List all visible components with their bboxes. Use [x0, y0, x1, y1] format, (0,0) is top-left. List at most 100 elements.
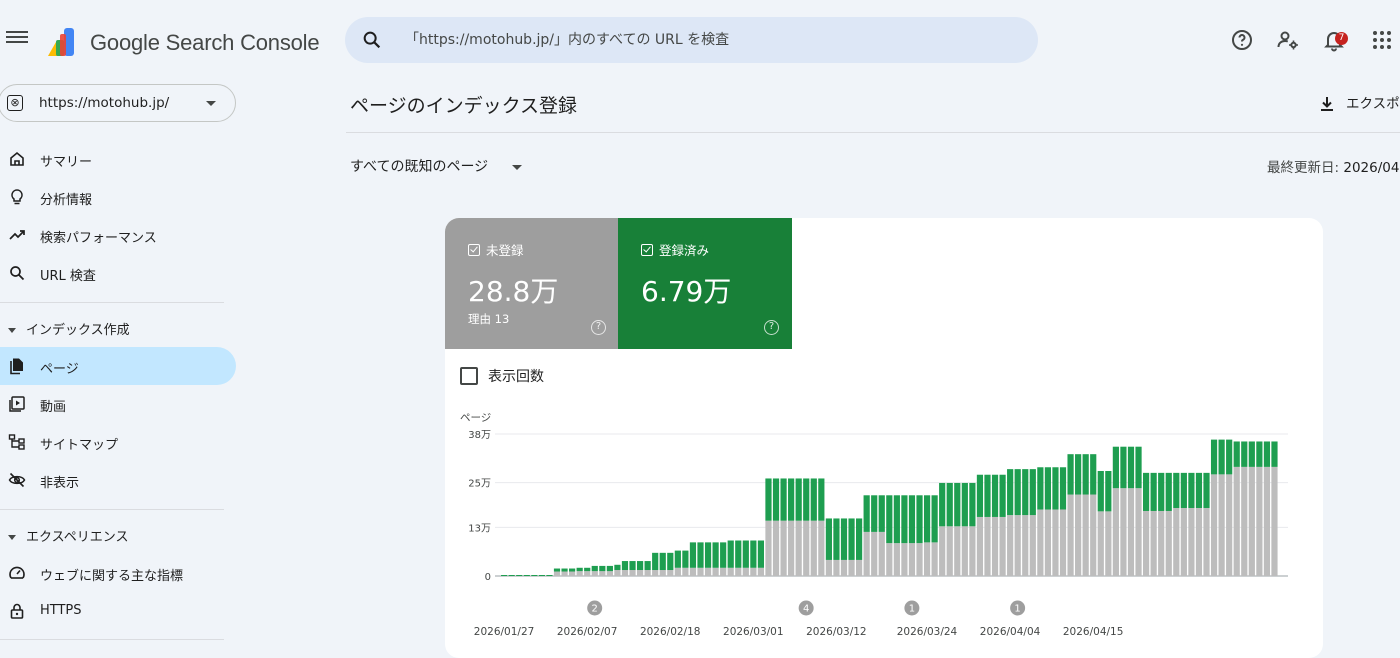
- bar-indexed[interactable]: [863, 495, 870, 532]
- bar-not-indexed[interactable]: [1271, 466, 1278, 576]
- bar-indexed[interactable]: [644, 561, 651, 571]
- bar-indexed[interactable]: [931, 495, 938, 543]
- bar-indexed[interactable]: [1241, 441, 1248, 467]
- bar-not-indexed[interactable]: [1248, 466, 1255, 576]
- bar-not-indexed[interactable]: [591, 571, 598, 576]
- bar-not-indexed[interactable]: [765, 520, 772, 576]
- bar-indexed[interactable]: [901, 495, 908, 544]
- bar-indexed[interactable]: [856, 518, 863, 560]
- bar-indexed[interactable]: [969, 482, 976, 527]
- bar-not-indexed[interactable]: [576, 571, 583, 576]
- bar-not-indexed[interactable]: [1195, 507, 1203, 576]
- bar-not-indexed[interactable]: [599, 571, 606, 576]
- bar-not-indexed[interactable]: [1150, 510, 1157, 576]
- bar-not-indexed[interactable]: [871, 531, 878, 576]
- bar-not-indexed[interactable]: [954, 526, 961, 576]
- bar-not-indexed[interactable]: [757, 567, 765, 576]
- bar-indexed[interactable]: [591, 565, 598, 572]
- bar-not-indexed[interactable]: [1090, 494, 1097, 576]
- bar-not-indexed[interactable]: [682, 567, 689, 576]
- bar-indexed[interactable]: [1127, 446, 1135, 489]
- checkbox-checked-icon[interactable]: [468, 244, 480, 256]
- sidebar-item-sitemaps[interactable]: サイトマップ: [0, 423, 236, 461]
- bar-not-indexed[interactable]: [1067, 494, 1074, 576]
- bar-not-indexed[interactable]: [1052, 509, 1059, 576]
- bar-indexed[interactable]: [1271, 441, 1278, 467]
- bar-indexed[interactable]: [1090, 454, 1097, 495]
- bar-not-indexed[interactable]: [1203, 507, 1210, 576]
- bar-not-indexed[interactable]: [652, 570, 659, 576]
- bar-indexed[interactable]: [803, 478, 810, 521]
- bar-not-indexed[interactable]: [946, 526, 953, 576]
- bar-not-indexed[interactable]: [561, 571, 568, 576]
- bar-not-indexed[interactable]: [961, 526, 968, 576]
- bar-not-indexed[interactable]: [908, 543, 916, 576]
- bar-indexed[interactable]: [584, 567, 591, 572]
- bar-indexed[interactable]: [848, 518, 855, 560]
- bar-indexed[interactable]: [1210, 439, 1218, 475]
- bar-not-indexed[interactable]: [886, 543, 893, 576]
- bar-not-indexed[interactable]: [614, 570, 621, 576]
- bar-not-indexed[interactable]: [901, 543, 908, 576]
- bar-not-indexed[interactable]: [825, 559, 832, 576]
- bar-indexed[interactable]: [531, 575, 538, 576]
- bar-indexed[interactable]: [840, 518, 848, 560]
- bar-not-indexed[interactable]: [1241, 466, 1248, 576]
- bar-indexed[interactable]: [569, 568, 576, 572]
- bar-indexed[interactable]: [810, 478, 817, 521]
- bar-indexed[interactable]: [954, 482, 961, 527]
- bar-indexed[interactable]: [1075, 454, 1082, 495]
- tile-indexed[interactable]: 登録済み 6.79万 ?: [618, 218, 792, 349]
- bar-indexed[interactable]: [818, 478, 825, 521]
- bar-not-indexed[interactable]: [788, 520, 795, 576]
- bar-not-indexed[interactable]: [833, 559, 840, 576]
- bar-indexed[interactable]: [516, 575, 523, 576]
- bar-not-indexed[interactable]: [1233, 466, 1240, 576]
- apps-icon[interactable]: [1370, 28, 1394, 52]
- bar-indexed[interactable]: [916, 495, 923, 544]
- bar-not-indexed[interactable]: [569, 571, 576, 576]
- bar-not-indexed[interactable]: [1022, 515, 1029, 576]
- bar-not-indexed[interactable]: [772, 520, 780, 576]
- sidebar-item-performance[interactable]: 検索パフォーマンス: [0, 216, 236, 254]
- bar-not-indexed[interactable]: [553, 571, 561, 576]
- bar-not-indexed[interactable]: [916, 543, 923, 576]
- bar-indexed[interactable]: [727, 540, 734, 568]
- bar-not-indexed[interactable]: [999, 516, 1006, 576]
- bar-not-indexed[interactable]: [1165, 510, 1172, 576]
- export-button[interactable]: エクスポ: [1318, 92, 1400, 113]
- bar-indexed[interactable]: [704, 542, 712, 568]
- search-input[interactable]: [405, 17, 1025, 63]
- bar-indexed[interactable]: [1248, 441, 1255, 467]
- bar-indexed[interactable]: [720, 542, 727, 568]
- bar-not-indexed[interactable]: [923, 542, 931, 576]
- bar-indexed[interactable]: [1195, 472, 1203, 508]
- bar-indexed[interactable]: [614, 564, 621, 571]
- bar-indexed[interactable]: [1014, 469, 1021, 516]
- bar-not-indexed[interactable]: [1075, 494, 1082, 576]
- bar-not-indexed[interactable]: [878, 531, 885, 576]
- bar-not-indexed[interactable]: [840, 559, 848, 576]
- bar-indexed[interactable]: [629, 561, 636, 571]
- section-indexing[interactable]: インデックス作成: [8, 319, 130, 338]
- bar-indexed[interactable]: [1173, 472, 1180, 508]
- bar-indexed[interactable]: [1105, 470, 1112, 512]
- bar-indexed[interactable]: [976, 474, 984, 517]
- bar-not-indexed[interactable]: [712, 567, 719, 576]
- bar-indexed[interactable]: [908, 495, 916, 544]
- bar-not-indexed[interactable]: [1135, 488, 1142, 576]
- bar-not-indexed[interactable]: [727, 567, 734, 576]
- bar-indexed[interactable]: [1180, 472, 1187, 508]
- bar-indexed[interactable]: [946, 482, 953, 527]
- account-settings-icon[interactable]: [1276, 28, 1300, 52]
- bar-indexed[interactable]: [893, 495, 900, 544]
- bar-indexed[interactable]: [795, 478, 802, 521]
- search-icon[interactable]: [361, 29, 383, 51]
- checkbox-checked-icon[interactable]: [641, 244, 653, 256]
- bar-not-indexed[interactable]: [742, 567, 749, 576]
- bar-indexed[interactable]: [757, 540, 765, 568]
- bar-indexed[interactable]: [742, 540, 749, 568]
- bar-indexed[interactable]: [1256, 441, 1263, 467]
- bar-not-indexed[interactable]: [1256, 466, 1263, 576]
- bar-not-indexed[interactable]: [969, 526, 976, 576]
